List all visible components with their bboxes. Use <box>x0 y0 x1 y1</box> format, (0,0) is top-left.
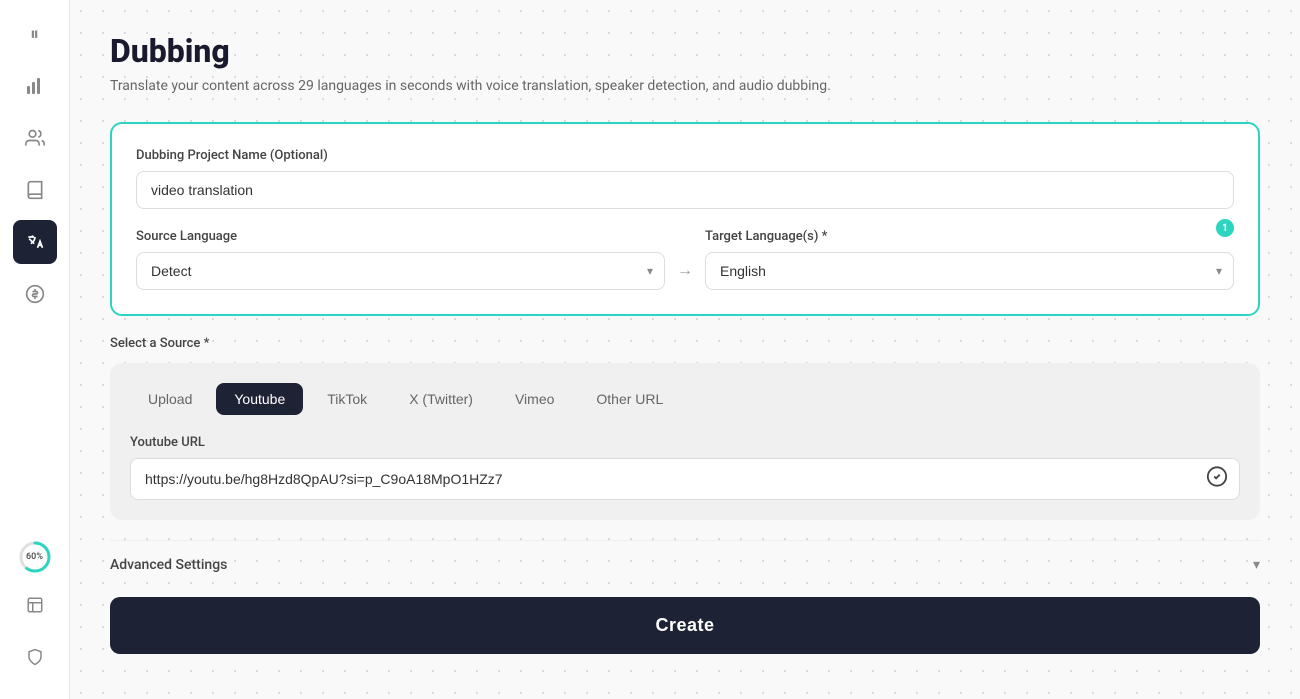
source-language-select-wrapper: Detect English Spanish French ▾ <box>136 252 665 290</box>
advanced-settings-row[interactable]: Advanced Settings ▾ <box>110 540 1260 589</box>
url-input-wrapper <box>130 458 1240 500</box>
tab-other-url[interactable]: Other URL <box>578 383 681 415</box>
source-card: Upload Youtube TikTok X (Twitter) Vimeo … <box>110 363 1260 520</box>
advanced-chevron-icon: ▾ <box>1253 557 1260 573</box>
tab-vimeo[interactable]: Vimeo <box>497 383 572 415</box>
page-title: Dubbing <box>110 32 1260 70</box>
url-label: Youtube URL <box>130 435 1240 450</box>
progress-label: 60% <box>26 552 43 562</box>
target-badge: 1 <box>1216 219 1234 237</box>
source-language-group: Source Language Detect English Spanish F… <box>136 229 665 290</box>
language-row: Source Language Detect English Spanish F… <box>136 229 1234 290</box>
tab-twitter[interactable]: X (Twitter) <box>391 383 491 415</box>
source-tabs: Upload Youtube TikTok X (Twitter) Vimeo … <box>130 383 1240 415</box>
tab-upload[interactable]: Upload <box>130 383 210 415</box>
arrow-icon: → <box>677 260 693 280</box>
youtube-url-input[interactable] <box>130 458 1240 500</box>
pause-icon[interactable]: ⏸ <box>13 12 57 56</box>
source-section-label: Select a Source * <box>110 336 1260 351</box>
progress-circle: 60% <box>17 539 53 575</box>
target-language-select-wrapper: English Spanish French German ▾ <box>705 252 1234 290</box>
target-language-select[interactable]: English Spanish French German <box>705 252 1234 290</box>
analytics-icon[interactable] <box>13 64 57 108</box>
source-language-select[interactable]: Detect English Spanish French <box>136 252 665 290</box>
sidebar: ⏸ <box>0 0 70 699</box>
translate-icon[interactable] <box>13 220 57 264</box>
project-name-label: Dubbing Project Name (Optional) <box>136 148 1234 163</box>
main-content: Dubbing Translate your content across 29… <box>70 0 1300 699</box>
target-language-label: Target Language(s) * <box>705 229 1234 244</box>
project-name-input[interactable] <box>136 171 1234 209</box>
advanced-settings-label: Advanced Settings <box>110 557 227 573</box>
url-check-icon <box>1206 466 1228 493</box>
target-language-group: 1 Target Language(s) * English Spanish F… <box>705 229 1234 290</box>
source-language-label: Source Language <box>136 229 665 244</box>
create-button[interactable]: Create <box>110 597 1260 654</box>
book-icon[interactable] <box>13 168 57 212</box>
source-section: Select a Source * Upload Youtube TikTok … <box>110 336 1260 520</box>
project-card: Dubbing Project Name (Optional) Source L… <box>110 122 1260 316</box>
dollar-icon[interactable] <box>13 272 57 316</box>
tab-youtube[interactable]: Youtube <box>216 383 303 415</box>
layout-icon[interactable] <box>13 583 57 627</box>
tab-tiktok[interactable]: TikTok <box>309 383 385 415</box>
shield-icon[interactable] <box>13 635 57 679</box>
users-icon[interactable] <box>13 116 57 160</box>
page-subtitle: Translate your content across 29 languag… <box>110 78 1260 94</box>
